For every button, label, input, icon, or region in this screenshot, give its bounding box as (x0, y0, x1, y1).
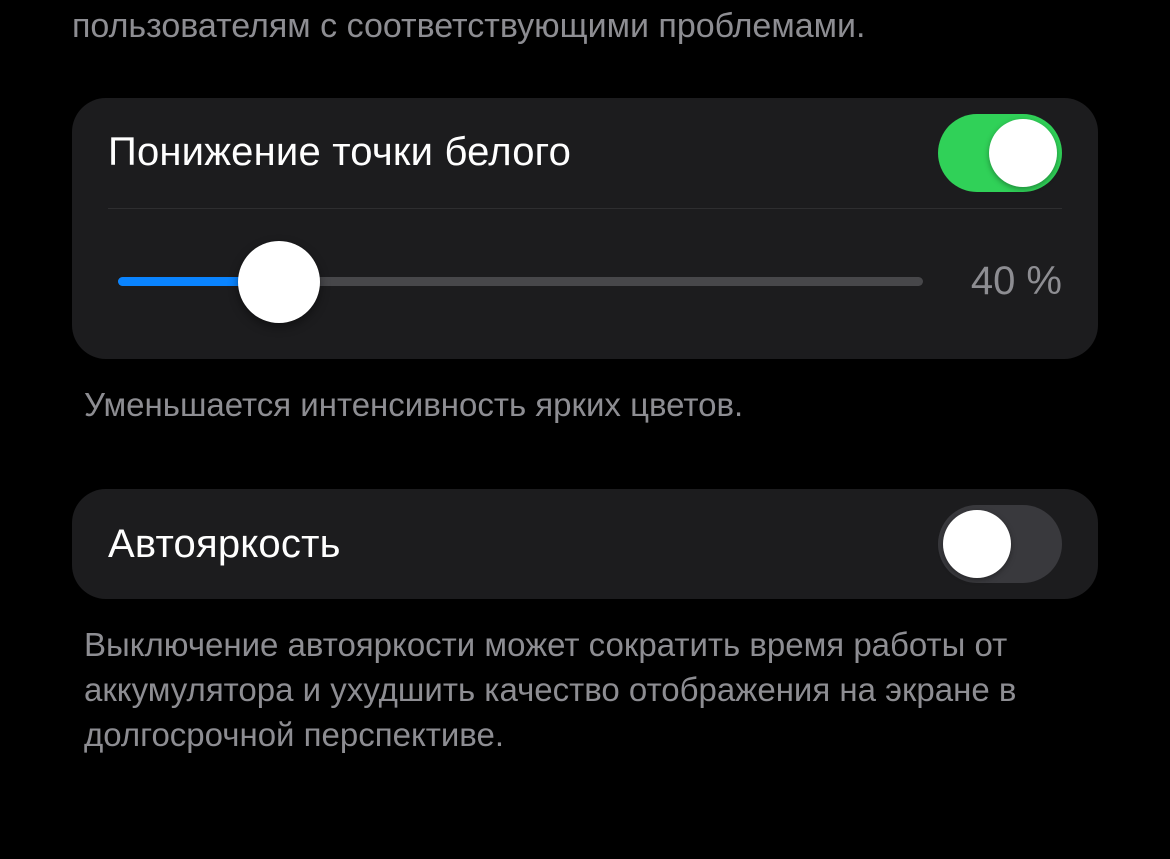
reduce-white-point-panel: Понижение точки белого 40 % (72, 98, 1098, 359)
intensity-slider-row: 40 % (108, 209, 1062, 359)
auto-brightness-panel: Автояркость (72, 489, 1098, 599)
auto-brightness-row: Автояркость (108, 489, 1062, 599)
reduce-white-point-row: Понижение точки белого (108, 98, 1062, 208)
toggle-knob (989, 119, 1057, 187)
auto-brightness-toggle[interactable] (938, 505, 1062, 583)
reduce-white-point-description: Уменьшается интенсивность ярких цветов. (84, 383, 1086, 428)
reduce-white-point-toggle[interactable] (938, 114, 1062, 192)
intensity-slider[interactable] (108, 239, 933, 325)
auto-brightness-label: Автояркость (108, 522, 341, 567)
toggle-knob (943, 510, 1011, 578)
reduce-white-point-label: Понижение точки белого (108, 130, 571, 175)
section-footer-text: пользователям с соответствующими проблем… (72, 4, 1098, 50)
slider-track (118, 277, 923, 286)
intensity-value-label: 40 % (971, 259, 1062, 304)
slider-thumb[interactable] (238, 241, 320, 323)
auto-brightness-description: Выключение автояркости может сократить в… (84, 623, 1086, 757)
